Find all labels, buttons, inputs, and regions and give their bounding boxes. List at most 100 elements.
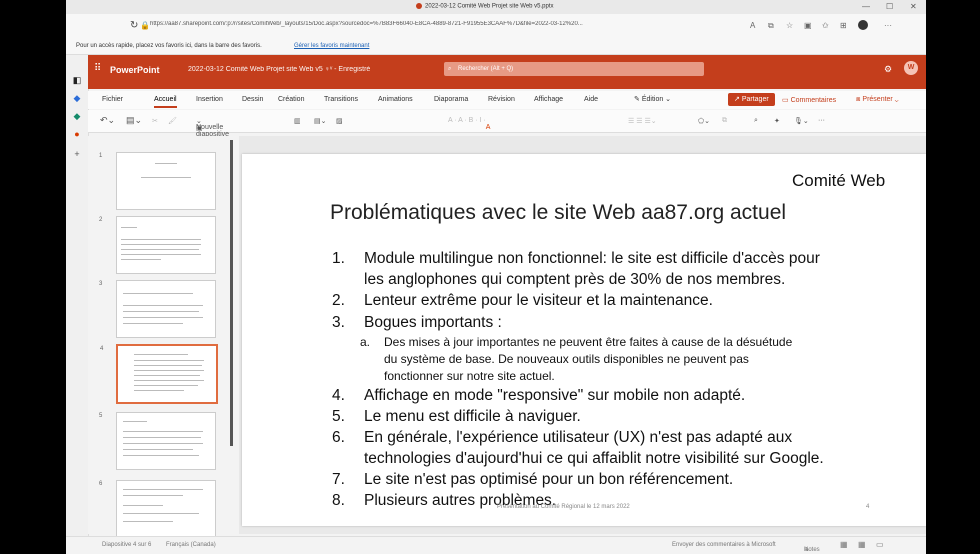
powerpoint-icon	[416, 3, 422, 9]
list-item[interactable]: 1. Module multilingue non fonctionnel: le…	[332, 248, 820, 288]
pencil-icon: ✎	[634, 96, 640, 103]
slide-canvas[interactable]: Comité Web Problématiques avec le site W…	[242, 154, 926, 526]
profile-icon[interactable]	[858, 20, 868, 30]
language-indicator[interactable]: Français (Canada)	[166, 542, 216, 548]
tab-accueil[interactable]: Accueil	[154, 96, 177, 108]
url-field[interactable]: https://aa87.sharepoint.com/:p:/r/sites/…	[150, 21, 740, 33]
maximize-icon[interactable]: ☐	[886, 2, 893, 11]
document-title[interactable]: 2022-03-12 Comité Web Projet site Web v5…	[188, 66, 370, 73]
close-icon[interactable]: ✕	[910, 2, 917, 11]
slide-thumbnail[interactable]: 6	[99, 480, 216, 538]
designer-icon[interactable]: ✦	[774, 117, 780, 125]
font-format-icons[interactable]: A · A · B · I · A	[448, 117, 490, 131]
slide-corner-label[interactable]: Comité Web	[792, 171, 885, 191]
share-icon: ↗	[734, 96, 740, 103]
reading-view-icon[interactable]: ▭	[876, 540, 884, 549]
tab-revision[interactable]: Révision	[488, 96, 515, 103]
settings-icon[interactable]: ⚙	[884, 64, 892, 75]
sub-item[interactable]: a. Des mises à jour importantes ne peuven…	[360, 334, 792, 351]
thumbnail-scrollbar[interactable]	[230, 140, 233, 446]
thumbnail-number: 3	[99, 281, 103, 287]
arrange-icon[interactable]: ⧉	[722, 117, 727, 125]
tab-affichage[interactable]: Affichage	[534, 96, 563, 103]
list-item[interactable]: 5. Le menu est difficile à naviguer.	[332, 406, 581, 427]
share-button[interactable]: ↗ Partager	[728, 93, 775, 106]
window-title-text: 2022-03-12 Comité Web Projet site Web v5…	[425, 3, 554, 10]
extensions-icon[interactable]: ⧉	[768, 21, 774, 31]
slide-title[interactable]: Problématiques avec le site Web aa87.org…	[330, 201, 786, 225]
slide-footer[interactable]: Présentation au Comité Régional le 12 ma…	[497, 504, 630, 510]
present-button[interactable]: ⧈ Présenter ⌄	[856, 96, 899, 104]
sidebar-shopping-icon[interactable]: ◆	[72, 93, 82, 103]
sub-item-line2: du système de base. De nouveaux outils d…	[384, 352, 749, 366]
share-label: Partager	[741, 96, 769, 103]
more-icon[interactable]: ···	[884, 21, 892, 30]
list-item[interactable]: 7. Le site n'est pas optimisé pour un bon…	[332, 469, 733, 490]
tab-diaporama[interactable]: Diaporama	[434, 96, 468, 103]
status-bar: Diapositive 4 sur 6 Français (Canada) En…	[66, 536, 926, 554]
tab-aide[interactable]: Aide	[584, 96, 598, 103]
present-label: Présenter	[862, 96, 893, 103]
tab-dessin[interactable]: Dessin	[242, 96, 263, 103]
slide-count: Diapositive 4 sur 6	[102, 542, 152, 548]
minimize-icon[interactable]: —	[862, 2, 870, 11]
cut-icon[interactable]: ✂	[152, 117, 158, 125]
tab-insertion[interactable]: Insertion	[196, 96, 223, 103]
app-name[interactable]: PowerPoint	[110, 65, 160, 75]
collections-icon[interactable]: ▣	[804, 21, 812, 30]
notes-label: Notes	[804, 547, 820, 553]
section-icon[interactable]: ▤⌄	[314, 117, 326, 125]
item-number: 7.	[332, 471, 345, 488]
comment-icon: ▭	[782, 97, 789, 104]
ribbon-more-icon[interactable]: ···	[818, 117, 825, 124]
undo-icon[interactable]: ↶⌄	[100, 115, 115, 126]
format-painter-icon[interactable]: 🖌	[168, 117, 177, 125]
comments-button[interactable]: ▭ Commentaires	[782, 96, 836, 104]
tabs-icon[interactable]: ⊞	[840, 21, 847, 30]
find-icon[interactable]: ⌕	[754, 117, 758, 125]
user-avatar[interactable]: W	[904, 61, 918, 75]
sorter-view-icon[interactable]: ▦	[858, 540, 866, 549]
picture-icon[interactable]: ▨	[336, 117, 343, 125]
search-box[interactable]: ⌕ Rechercher (Alt + Q)	[444, 62, 704, 76]
sidebar-tab-icon[interactable]: ◧	[72, 75, 82, 85]
shapes-icon[interactable]: ⬠⌄	[698, 117, 710, 125]
layout-icon[interactable]: ▥	[294, 117, 301, 125]
list-item[interactable]: 6. En générale, l'expérience utilisateur …	[332, 427, 824, 467]
read-aloud-icon[interactable]: A	[750, 21, 755, 30]
refresh-icon[interactable]: ↻	[130, 20, 138, 31]
star-icon[interactable]: ☆	[786, 21, 793, 30]
slide-thumbnail[interactable]: 3	[99, 280, 216, 338]
slide-thumbnail[interactable]: 5	[99, 412, 216, 470]
list-item[interactable]: 2. Lenteur extrême pour le visiteur et la…	[332, 290, 713, 311]
tab-creation[interactable]: Création	[278, 96, 304, 103]
normal-view-icon[interactable]: ▦	[840, 540, 848, 549]
sub-item-letter: a.	[360, 335, 371, 349]
list-item[interactable]: 3. Bogues importants :	[332, 312, 502, 333]
sidebar-office-icon[interactable]: ●	[72, 129, 82, 139]
favorites-icon[interactable]: ✩	[822, 21, 829, 30]
manage-favorites-link[interactable]: Gérer les favoris maintenant	[294, 43, 369, 49]
edit-mode-button[interactable]: ✎ Édition ⌄	[634, 95, 671, 103]
thumbnail-pane: 1 2 3 4 5 6	[88, 136, 236, 538]
tab-animations[interactable]: Animations	[378, 96, 413, 103]
paste-icon[interactable]: ▤⌄	[126, 115, 142, 126]
slide-thumbnail[interactable]: 1	[99, 152, 216, 210]
dictate-icon[interactable]: 🎙⌄	[794, 117, 809, 125]
slide-thumbnail-selected[interactable]: 4	[100, 344, 218, 404]
app-launcher-icon[interactable]: ⠿	[94, 63, 101, 74]
feedback-link[interactable]: Envoyer des commentaires à Microsoft	[672, 542, 776, 548]
sidebar-add-icon[interactable]: +	[72, 149, 82, 159]
slide-page-number[interactable]: 4	[866, 504, 869, 510]
tab-fichier[interactable]: Fichier	[102, 96, 123, 103]
paragraph-icons[interactable]: ☰ ☰ ☰⌄	[628, 117, 657, 125]
tab-transitions[interactable]: Transitions	[324, 96, 358, 103]
thumbnail-number: 5	[99, 413, 103, 419]
sub-item-line3: fonctionner sur notre site actuel.	[384, 369, 555, 383]
slide-thumbnail[interactable]: 2	[99, 216, 216, 274]
list-item[interactable]: 4. Affichage en mode "responsive" sur mob…	[332, 385, 745, 406]
new-slide-button[interactable]: ▣ Nouvelle diapositive ⌄	[196, 117, 229, 138]
item-text: Le menu est difficile à naviguer.	[364, 408, 581, 425]
present-icon: ⧈	[856, 96, 861, 103]
sidebar-tools-icon[interactable]: ◆	[72, 111, 82, 121]
